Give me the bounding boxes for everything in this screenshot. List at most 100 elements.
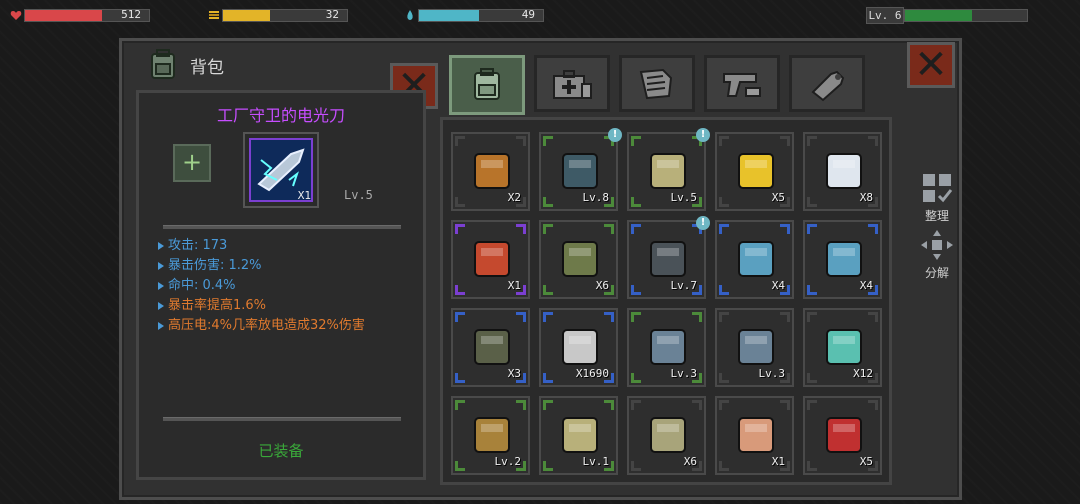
- stat-line: 暴击伤害: 1.2%: [158, 256, 365, 276]
- slot-count: X5: [771, 191, 785, 204]
- slot-count: X1690: [575, 367, 609, 380]
- rarity-corner: [719, 197, 729, 207]
- item-name: 工厂守卫的电光刀: [216, 106, 345, 125]
- rarity-corner: [780, 400, 790, 410]
- inventory-slot-leg-armor[interactable]: X3: [451, 308, 530, 387]
- beanie-icon: [562, 153, 598, 189]
- rarity-corner: [543, 224, 553, 234]
- stat-text: 暴击率提高1.6%: [168, 298, 267, 313]
- slot-count: X6: [595, 279, 609, 292]
- divider: [163, 417, 401, 421]
- stat-line: 攻击: 173: [158, 236, 365, 256]
- leg-armor-icon: [474, 329, 510, 365]
- gun-case-icon: [826, 241, 862, 277]
- inventory-slot-med-pack[interactable]: X6: [539, 220, 618, 299]
- new-item-badge: !: [696, 128, 710, 142]
- health-bar: 512: [24, 8, 150, 22]
- inventory-slot-oil-can[interactable]: X5: [715, 132, 794, 211]
- armor-case-icon: [738, 241, 774, 277]
- xp-bar: [904, 9, 1028, 22]
- inventory-slot-vest[interactable]: Lv.7!: [627, 216, 710, 299]
- add-button[interactable]: +: [173, 144, 211, 182]
- tab-medical[interactable]: [534, 55, 610, 112]
- item-level: Lv.5: [344, 188, 373, 202]
- new-item-badge: !: [608, 128, 622, 142]
- rarity-corner: [719, 312, 729, 322]
- oil-can-icon: [738, 153, 774, 189]
- rarity-corner: [543, 285, 553, 295]
- inventory-slot-salt-bag[interactable]: X8: [803, 132, 882, 211]
- inventory-slot-copper[interactable]: X1: [715, 396, 794, 475]
- rarity-corner: [455, 285, 465, 295]
- tab-armor[interactable]: [619, 55, 695, 112]
- slot-count: Lv.3: [670, 367, 698, 380]
- boots-icon: [474, 417, 510, 453]
- gun-icon: [723, 72, 761, 97]
- tab-materials[interactable]: [789, 55, 865, 112]
- inventory-slot-gun-case[interactable]: X4: [803, 220, 882, 299]
- rarity-corner: [516, 136, 526, 146]
- window-close-button[interactable]: ✕: [907, 42, 955, 88]
- selected-item-slot[interactable]: X1: [243, 132, 319, 208]
- stew-bowl-icon: [474, 241, 510, 277]
- jacket-icon: [650, 153, 686, 189]
- inventory-slot-jeans-2[interactable]: Lv.3: [715, 308, 794, 387]
- item-count: X1: [297, 189, 311, 202]
- inventory-slot-beanie[interactable]: Lv.8!: [539, 128, 622, 211]
- rarity-corner: [780, 224, 790, 234]
- window-title: 背包: [146, 48, 224, 82]
- slot-count: X1: [507, 279, 521, 292]
- inventory-slot-water-bucket[interactable]: X12: [803, 308, 882, 387]
- rarity-corner: [719, 373, 729, 383]
- inventory-slot-burger[interactable]: X2: [451, 132, 530, 211]
- rarity-corner: [692, 400, 702, 410]
- rarity-corner: [516, 224, 526, 234]
- player-level: Lv. 6: [866, 7, 904, 24]
- cloth-icon: [650, 417, 686, 453]
- burger-icon: [474, 153, 510, 189]
- silver-coin-icon: [562, 329, 598, 365]
- water-value: 49: [521, 7, 535, 21]
- tab-weapons[interactable]: [704, 55, 780, 112]
- food-icon: [209, 11, 219, 19]
- rarity-corner: [631, 373, 641, 383]
- inventory-slot-boots[interactable]: Lv.2: [451, 396, 530, 475]
- inventory-slot-armor-case[interactable]: X4: [715, 220, 794, 299]
- inventory-slot-jacket-2[interactable]: Lv.1: [539, 396, 618, 475]
- inventory-slot-jacket[interactable]: Lv.5!: [627, 128, 710, 211]
- rarity-corner: [868, 312, 878, 322]
- inventory-slot-jeans[interactable]: Lv.3: [627, 308, 706, 387]
- slot-count: Lv.1: [582, 455, 610, 468]
- rarity-corner: [807, 285, 817, 295]
- rarity-corner: [455, 312, 465, 322]
- rarity-corner: [543, 461, 553, 471]
- rarity-corner: [807, 461, 817, 471]
- rarity-corner: [455, 136, 465, 146]
- slot-count: Lv.2: [494, 455, 522, 468]
- food-stat: 32: [208, 7, 348, 23]
- rarity-corner: [807, 224, 817, 234]
- backpack-icon: [151, 49, 175, 79]
- close-icon: ✕: [914, 42, 948, 88]
- inventory-slot-wire[interactable]: X5: [803, 396, 882, 475]
- inventory-slot-silver-coin[interactable]: X1690: [539, 308, 618, 387]
- new-item-badge: !: [696, 216, 710, 230]
- inventory-slot-stew-bowl[interactable]: X1: [451, 220, 530, 299]
- tab-backpack[interactable]: [449, 55, 525, 115]
- rarity-corner: [604, 312, 614, 322]
- equipped-status: 已装备: [258, 442, 304, 460]
- decompose-button[interactable]: 分解: [915, 229, 959, 281]
- water-bar: 49: [418, 7, 544, 22]
- slot-count: X8: [859, 191, 873, 204]
- rarity-corner: [780, 136, 790, 146]
- inventory-slot-cloth[interactable]: X6: [627, 396, 706, 475]
- rarity-corner: [543, 373, 553, 383]
- jacket-2-icon: [562, 417, 598, 453]
- rarity-corner: [455, 461, 465, 471]
- organize-button[interactable]: 整理: [915, 172, 959, 224]
- rarity-corner: [543, 312, 553, 322]
- rarity-corner: [631, 285, 641, 295]
- vest-icon: [650, 241, 686, 277]
- jeans-2-icon: [738, 329, 774, 365]
- copper-icon: [738, 417, 774, 453]
